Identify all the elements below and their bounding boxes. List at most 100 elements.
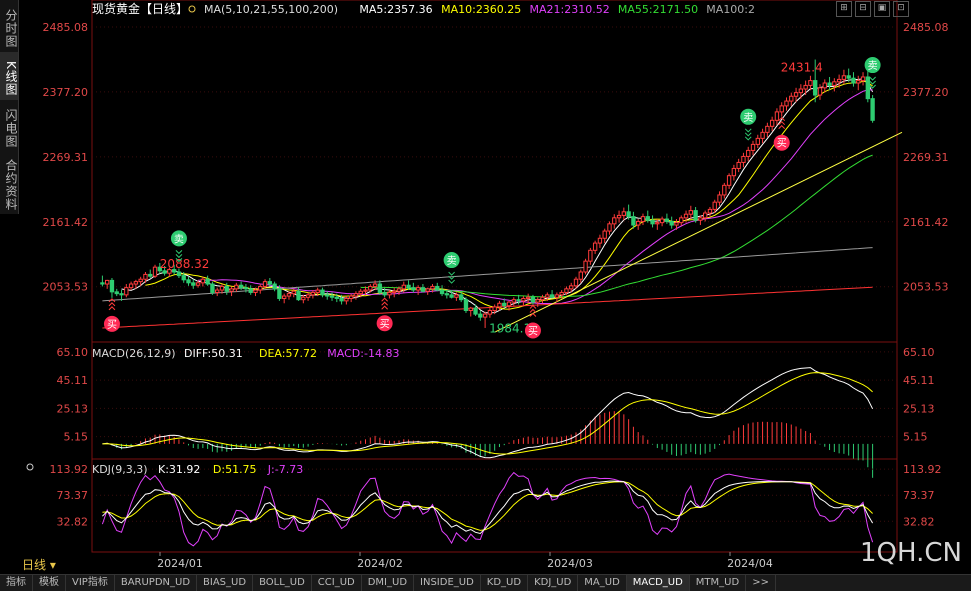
candle[interactable] — [836, 78, 842, 83]
candle[interactable] — [664, 218, 670, 222]
candle[interactable] — [315, 289, 320, 293]
candle[interactable] — [181, 275, 186, 281]
indicator-tab[interactable]: MACD_UD — [626, 575, 690, 591]
candle[interactable] — [803, 84, 808, 90]
candle[interactable] — [234, 284, 239, 290]
candle[interactable] — [353, 293, 359, 297]
candle[interactable] — [741, 155, 746, 163]
candle[interactable] — [382, 291, 387, 296]
candle[interactable] — [143, 273, 148, 280]
candle[interactable] — [301, 296, 306, 301]
candle[interactable] — [114, 291, 119, 295]
candle[interactable] — [248, 288, 253, 293]
candle[interactable] — [535, 299, 540, 303]
candle[interactable] — [554, 294, 560, 298]
candle[interactable] — [229, 288, 234, 292]
candle[interactable] — [808, 80, 813, 86]
indicator-tab[interactable]: BARUPDN_UD — [115, 575, 198, 591]
candle[interactable] — [765, 125, 770, 133]
candle[interactable] — [516, 299, 521, 302]
candle[interactable] — [683, 213, 689, 219]
candle[interactable] — [564, 288, 569, 293]
candle[interactable] — [521, 297, 526, 302]
candle[interactable] — [722, 184, 727, 196]
indicator-tab[interactable]: DMI_UD — [362, 575, 415, 591]
candle[interactable] — [569, 285, 574, 290]
candle[interactable] — [693, 210, 698, 221]
candle[interactable] — [463, 299, 469, 312]
candle[interactable] — [468, 307, 473, 312]
candle[interactable] — [769, 119, 775, 127]
toolbar-grid-icon[interactable]: ⊡ — [893, 1, 909, 17]
candle[interactable] — [224, 285, 229, 292]
candle[interactable] — [640, 216, 646, 222]
candle[interactable] — [210, 283, 215, 293]
candle[interactable] — [358, 290, 363, 295]
candle[interactable] — [325, 294, 330, 297]
candle[interactable] — [411, 287, 416, 291]
candle[interactable] — [473, 307, 478, 315]
candle[interactable] — [100, 282, 105, 285]
candle[interactable] — [502, 302, 507, 307]
indicator-tab[interactable]: BIAS_UD — [197, 575, 254, 591]
candle[interactable] — [702, 212, 708, 219]
candle[interactable] — [712, 201, 717, 210]
candle[interactable] — [329, 295, 335, 298]
candle[interactable] — [545, 294, 550, 298]
indicator-tab[interactable]: BOLL_UD — [253, 575, 312, 591]
candle[interactable] — [478, 313, 483, 318]
candle[interactable] — [133, 281, 139, 285]
candle[interactable] — [736, 161, 741, 169]
candle[interactable] — [774, 111, 780, 121]
candle[interactable] — [124, 287, 129, 296]
indicator-tab[interactable]: KDJ_UD — [528, 575, 579, 591]
candle[interactable] — [392, 290, 397, 293]
candle[interactable] — [650, 219, 655, 225]
candle[interactable] — [176, 271, 182, 277]
candle[interactable] — [707, 208, 713, 214]
candle[interactable] — [789, 95, 794, 102]
candle[interactable] — [597, 237, 603, 244]
candle[interactable] — [282, 295, 287, 299]
candle[interactable] — [726, 175, 732, 186]
side-tab-timeshare[interactable]: 分时图 — [0, 0, 19, 52]
candle[interactable] — [636, 220, 641, 226]
indicator-tab[interactable]: KD_UD — [481, 575, 529, 591]
candle[interactable] — [511, 299, 516, 303]
indicator-tab[interactable]: MTM_UD — [690, 575, 747, 591]
candle[interactable] — [846, 75, 851, 79]
candle[interactable] — [109, 279, 115, 293]
candle[interactable] — [186, 279, 191, 284]
candle[interactable] — [372, 283, 378, 287]
candle[interactable] — [119, 293, 124, 296]
candle[interactable] — [435, 285, 440, 291]
candle[interactable] — [755, 137, 760, 145]
candle[interactable] — [320, 289, 325, 296]
candle[interactable] — [425, 288, 430, 292]
candle[interactable] — [152, 266, 158, 277]
candle[interactable] — [827, 82, 832, 86]
chart-canvas[interactable]: 2485.08 2485.08 2377.20 2377.20 2269.31 2269.… — [0, 0, 971, 574]
candle[interactable] — [291, 290, 296, 295]
candle[interactable] — [540, 296, 545, 301]
candle[interactable] — [679, 217, 684, 224]
candle[interactable] — [621, 211, 627, 216]
candle[interactable] — [253, 289, 258, 293]
candle[interactable] — [865, 76, 870, 100]
candle[interactable] — [277, 288, 282, 299]
candle[interactable] — [487, 310, 493, 315]
candle[interactable] — [602, 230, 607, 239]
indicator-tab[interactable]: VIP指标 — [66, 575, 115, 591]
candle[interactable] — [401, 284, 406, 290]
period-selector[interactable]: 日线 ▾ — [22, 556, 72, 574]
candle[interactable] — [669, 220, 674, 226]
candle[interactable] — [415, 287, 421, 291]
candle[interactable] — [525, 296, 531, 299]
candle[interactable] — [449, 294, 454, 298]
candle[interactable] — [420, 287, 426, 292]
candle[interactable] — [588, 249, 593, 262]
candle[interactable] — [191, 282, 196, 286]
candle[interactable] — [717, 194, 722, 203]
candle[interactable] — [162, 270, 167, 274]
candle[interactable] — [348, 295, 354, 299]
